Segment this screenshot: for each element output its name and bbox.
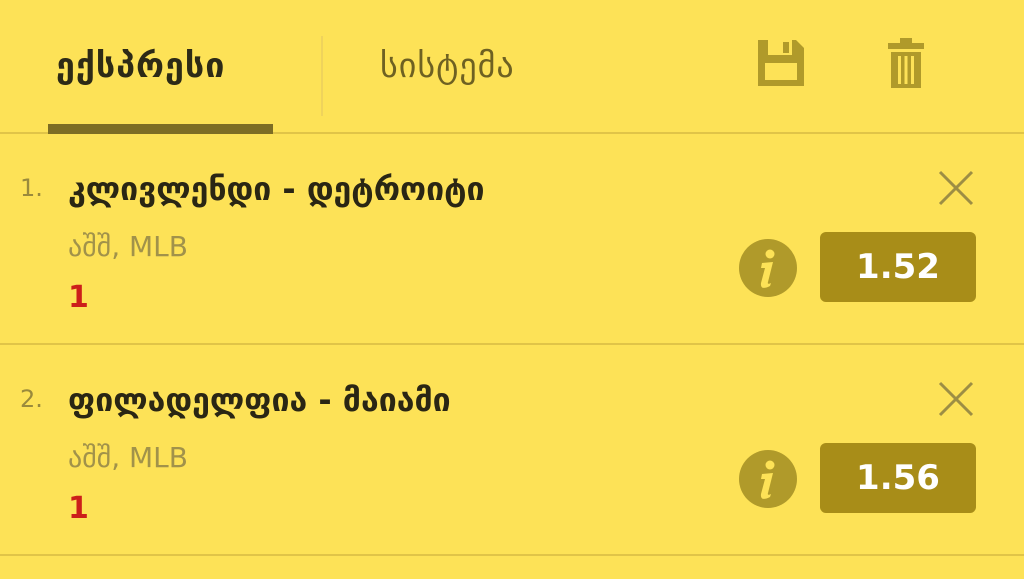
save-icon[interactable] — [756, 38, 806, 92]
close-icon[interactable] — [936, 379, 976, 419]
selected-outcome: 1 — [68, 491, 89, 526]
tab-divider — [321, 36, 323, 116]
league-name: აშშ, MLB — [68, 230, 188, 263]
odds-button[interactable]: 1.52 — [820, 232, 976, 302]
bet-number: 1. — [20, 174, 43, 202]
bet-item: 1. კლივლენდი - დეტროიტი აშშ, MLB 1 1.52 — [0, 134, 1024, 345]
selected-outcome: 1 — [68, 280, 89, 315]
tab-express[interactable]: ექსპრესი — [56, 36, 225, 96]
trash-icon[interactable] — [886, 38, 926, 94]
active-tab-indicator — [48, 124, 273, 134]
odds-button[interactable]: 1.56 — [820, 443, 976, 513]
league-name: აშშ, MLB — [68, 441, 188, 474]
match-name: ფილადელფია - მაიამი — [68, 381, 451, 419]
bet-item: 2. ფილადელფია - მაიამი აშშ, MLB 1 1.56 — [0, 345, 1024, 556]
info-icon[interactable] — [738, 449, 798, 509]
tab-system[interactable]: სისტემა — [380, 36, 515, 96]
bet-number: 2. — [20, 385, 43, 413]
betslip-tabs: ექსპრესი სისტემა — [0, 0, 1024, 134]
match-name: კლივლენდი - დეტროიტი — [68, 170, 485, 208]
close-icon[interactable] — [936, 168, 976, 208]
info-icon[interactable] — [738, 238, 798, 298]
